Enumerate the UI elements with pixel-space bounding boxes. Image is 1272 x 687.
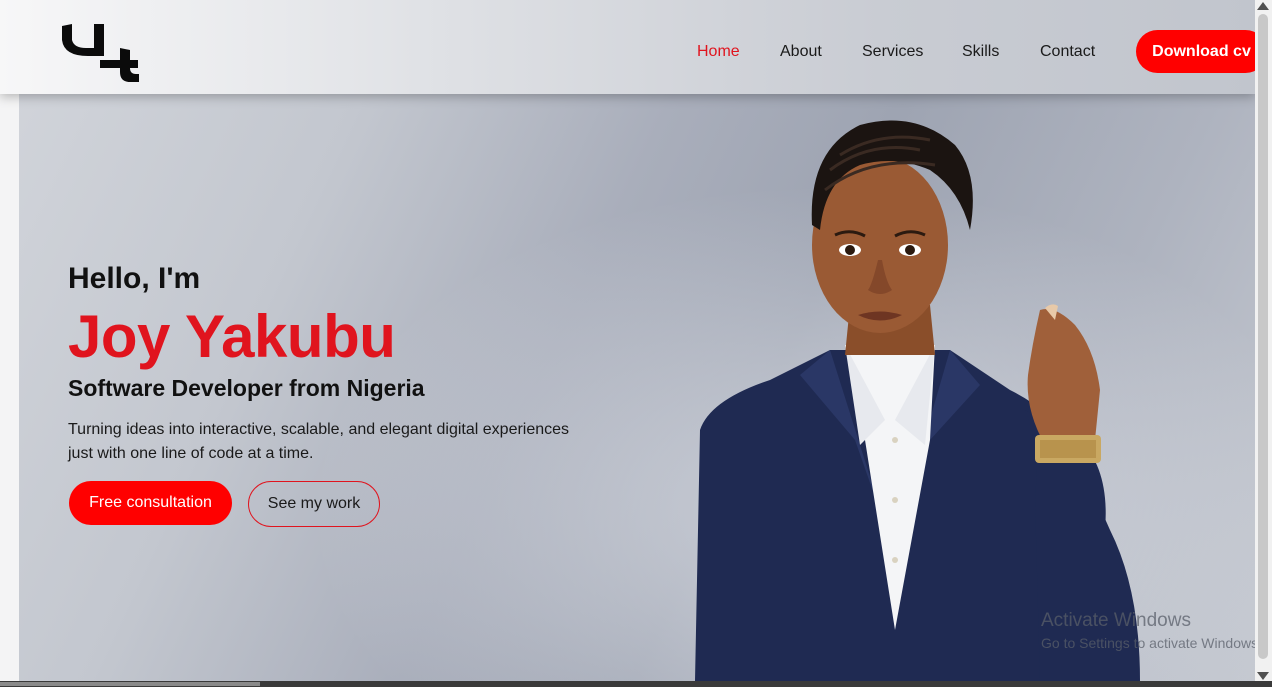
activate-windows-title: Activate Windows [1041,610,1191,631]
see-my-work-button[interactable]: See my work [248,481,380,527]
scroll-up-icon[interactable] [1257,2,1269,10]
hero-role: Software Developer from Nigeria [68,375,425,401]
hero-greeting: Hello, I'm [68,262,201,295]
portrait-image [695,120,1140,681]
nav-contact[interactable]: Contact [1040,43,1095,61]
horizontal-scrollbar[interactable] [0,681,1272,687]
hero-name: Joy Yakubu [68,303,396,370]
download-cv-button[interactable]: Download cv [1136,30,1267,73]
nav-home[interactable]: Home [697,43,740,61]
nav-services[interactable]: Services [862,43,923,61]
free-consultation-button[interactable]: Free consultation [69,481,232,525]
site-header: Home About Services Skills Contact Downl… [0,0,1267,94]
scrollbar-thumb[interactable] [1258,14,1268,659]
nav-skills[interactable]: Skills [962,43,999,61]
horizontal-scroll-thumb[interactable] [0,682,260,686]
hero-description: Turning ideas into interactive, scalable… [68,421,570,462]
yt-monogram-logo[interactable] [60,22,140,82]
activate-windows-subtitle: Go to Settings to activate Windows. [1041,635,1262,651]
scroll-down-icon[interactable] [1257,672,1269,680]
nav-about[interactable]: About [780,43,822,61]
